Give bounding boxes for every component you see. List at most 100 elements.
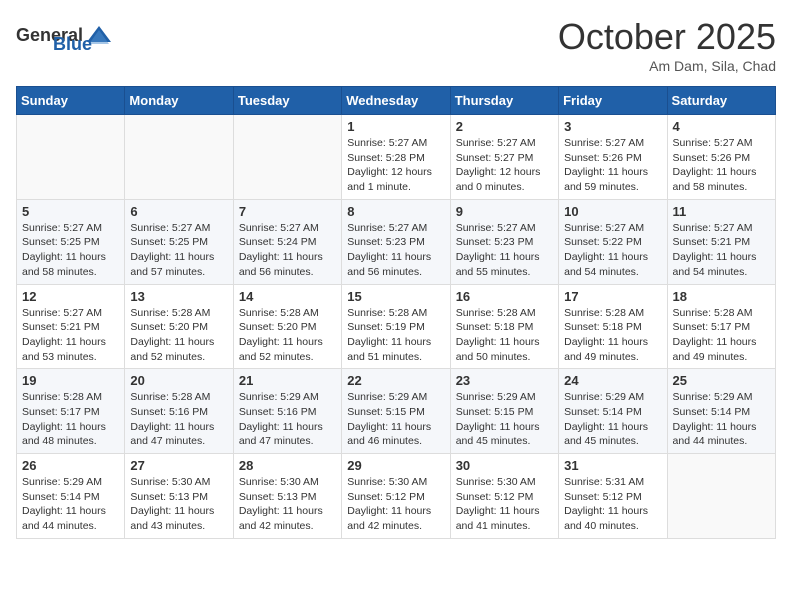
cell-day-number: 4 — [673, 119, 770, 134]
cell-day-number: 27 — [130, 458, 227, 473]
calendar-cell: 15 Sunrise: 5:28 AM Sunset: 5:19 PM Dayli… — [342, 284, 450, 369]
calendar-cell: 14 Sunrise: 5:28 AM Sunset: 5:20 PM Dayli… — [233, 284, 341, 369]
cell-day-number: 1 — [347, 119, 444, 134]
cell-info: Sunrise: 5:27 AM Sunset: 5:25 PM Dayligh… — [22, 221, 119, 280]
cell-info: Sunrise: 5:27 AM Sunset: 5:26 PM Dayligh… — [673, 136, 770, 195]
cell-day-number: 17 — [564, 289, 661, 304]
cell-day-number: 29 — [347, 458, 444, 473]
cell-info: Sunrise: 5:27 AM Sunset: 5:21 PM Dayligh… — [22, 306, 119, 365]
cell-info: Sunrise: 5:27 AM Sunset: 5:24 PM Dayligh… — [239, 221, 336, 280]
cell-day-number: 16 — [456, 289, 553, 304]
calendar-week-row: 5 Sunrise: 5:27 AM Sunset: 5:25 PM Daylig… — [17, 199, 776, 284]
weekday-header: Sunday — [17, 87, 125, 115]
cell-info: Sunrise: 5:28 AM Sunset: 5:18 PM Dayligh… — [456, 306, 553, 365]
cell-day-number: 6 — [130, 204, 227, 219]
calendar-cell — [17, 115, 125, 200]
calendar-cell: 27 Sunrise: 5:30 AM Sunset: 5:13 PM Dayli… — [125, 454, 233, 539]
cell-day-number: 28 — [239, 458, 336, 473]
cell-day-number: 14 — [239, 289, 336, 304]
cell-info: Sunrise: 5:29 AM Sunset: 5:16 PM Dayligh… — [239, 390, 336, 449]
cell-info: Sunrise: 5:27 AM Sunset: 5:26 PM Dayligh… — [564, 136, 661, 195]
weekday-header: Monday — [125, 87, 233, 115]
calendar-cell: 23 Sunrise: 5:29 AM Sunset: 5:15 PM Dayli… — [450, 369, 558, 454]
cell-day-number: 24 — [564, 373, 661, 388]
calendar-cell: 8 Sunrise: 5:27 AM Sunset: 5:23 PM Daylig… — [342, 199, 450, 284]
calendar-cell: 18Sunrise: 5:28 AM Sunset: 5:17 PM Dayli… — [667, 284, 775, 369]
cell-info: Sunrise: 5:30 AM Sunset: 5:12 PM Dayligh… — [347, 475, 444, 534]
calendar-cell: 13 Sunrise: 5:28 AM Sunset: 5:20 PM Dayli… — [125, 284, 233, 369]
calendar-header-row: SundayMondayTuesdayWednesdayThursdayFrid… — [17, 87, 776, 115]
calendar-cell: 11 Sunrise: 5:27 AM Sunset: 5:21 PM Dayli… — [667, 199, 775, 284]
calendar-week-row: 1 Sunrise: 5:27 AM Sunset: 5:28 PM Daylig… — [17, 115, 776, 200]
logo: General Blue — [16, 16, 92, 55]
cell-info: Sunrise: 5:31 AM Sunset: 5:12 PM Dayligh… — [564, 475, 661, 534]
cell-info: Sunrise: 5:28 AM Sunset: 5:20 PM Dayligh… — [130, 306, 227, 365]
calendar-cell: 22 Sunrise: 5:29 AM Sunset: 5:15 PM Dayli… — [342, 369, 450, 454]
cell-day-number: 31 — [564, 458, 661, 473]
calendar-cell: 20 Sunrise: 5:28 AM Sunset: 5:16 PM Dayli… — [125, 369, 233, 454]
calendar-table: SundayMondayTuesdayWednesdayThursdayFrid… — [16, 86, 776, 539]
calendar-cell: 30Sunrise: 5:30 AM Sunset: 5:12 PM Dayli… — [450, 454, 558, 539]
calendar-cell: 3 Sunrise: 5:27 AM Sunset: 5:26 PM Daylig… — [559, 115, 667, 200]
calendar-cell: 7 Sunrise: 5:27 AM Sunset: 5:24 PM Daylig… — [233, 199, 341, 284]
cell-day-number: 15 — [347, 289, 444, 304]
cell-info: Sunrise: 5:29 AM Sunset: 5:14 PM Dayligh… — [673, 390, 770, 449]
cell-info: Sunrise: 5:27 AM Sunset: 5:22 PM Dayligh… — [564, 221, 661, 280]
weekday-header: Thursday — [450, 87, 558, 115]
cell-info: Sunrise: 5:27 AM Sunset: 5:21 PM Dayligh… — [673, 221, 770, 280]
cell-day-number: 22 — [347, 373, 444, 388]
calendar-cell — [233, 115, 341, 200]
cell-info: Sunrise: 5:29 AM Sunset: 5:15 PM Dayligh… — [456, 390, 553, 449]
calendar-cell: 21 Sunrise: 5:29 AM Sunset: 5:16 PM Dayli… — [233, 369, 341, 454]
cell-day-number: 12 — [22, 289, 119, 304]
cell-day-number: 5 — [22, 204, 119, 219]
calendar-cell: 31 Sunrise: 5:31 AM Sunset: 5:12 PM Dayli… — [559, 454, 667, 539]
cell-day-number: 13 — [130, 289, 227, 304]
cell-day-number: 21 — [239, 373, 336, 388]
calendar-week-row: 12 Sunrise: 5:27 AM Sunset: 5:21 PM Dayli… — [17, 284, 776, 369]
cell-info: Sunrise: 5:28 AM Sunset: 5:19 PM Dayligh… — [347, 306, 444, 365]
logo-blue-text: Blue — [53, 34, 92, 55]
weekday-header: Friday — [559, 87, 667, 115]
cell-info: Sunrise: 5:30 AM Sunset: 5:13 PM Dayligh… — [239, 475, 336, 534]
cell-info: Sunrise: 5:28 AM Sunset: 5:20 PM Dayligh… — [239, 306, 336, 365]
calendar-cell: 5 Sunrise: 5:27 AM Sunset: 5:25 PM Daylig… — [17, 199, 125, 284]
calendar-cell: 24 Sunrise: 5:29 AM Sunset: 5:14 PM Dayli… — [559, 369, 667, 454]
cell-info: Sunrise: 5:27 AM Sunset: 5:23 PM Dayligh… — [456, 221, 553, 280]
cell-day-number: 3 — [564, 119, 661, 134]
cell-day-number: 20 — [130, 373, 227, 388]
cell-info: Sunrise: 5:30 AM Sunset: 5:13 PM Dayligh… — [130, 475, 227, 534]
cell-info: Sunrise: 5:27 AM Sunset: 5:27 PM Dayligh… — [456, 136, 553, 195]
cell-info: Sunrise: 5:28 AM Sunset: 5:17 PM Dayligh… — [673, 306, 770, 365]
cell-day-number: 7 — [239, 204, 336, 219]
calendar-cell: 19Sunrise: 5:28 AM Sunset: 5:17 PM Dayli… — [17, 369, 125, 454]
cell-day-number: 11 — [673, 204, 770, 219]
calendar-week-row: 19Sunrise: 5:28 AM Sunset: 5:17 PM Dayli… — [17, 369, 776, 454]
cell-info: Sunrise: 5:29 AM Sunset: 5:15 PM Dayligh… — [347, 390, 444, 449]
cell-info: Sunrise: 5:28 AM Sunset: 5:18 PM Dayligh… — [564, 306, 661, 365]
location: Am Dam, Sila, Chad — [558, 58, 776, 74]
calendar-cell: 4 Sunrise: 5:27 AM Sunset: 5:26 PM Daylig… — [667, 115, 775, 200]
cell-info: Sunrise: 5:29 AM Sunset: 5:14 PM Dayligh… — [564, 390, 661, 449]
calendar-cell: 9 Sunrise: 5:27 AM Sunset: 5:23 PM Daylig… — [450, 199, 558, 284]
calendar-cell: 25Sunrise: 5:29 AM Sunset: 5:14 PM Dayli… — [667, 369, 775, 454]
cell-info: Sunrise: 5:27 AM Sunset: 5:23 PM Dayligh… — [347, 221, 444, 280]
calendar-cell: 17 Sunrise: 5:28 AM Sunset: 5:18 PM Dayli… — [559, 284, 667, 369]
cell-info: Sunrise: 5:28 AM Sunset: 5:16 PM Dayligh… — [130, 390, 227, 449]
cell-day-number: 23 — [456, 373, 553, 388]
calendar-cell: 1 Sunrise: 5:27 AM Sunset: 5:28 PM Daylig… — [342, 115, 450, 200]
cell-day-number: 30 — [456, 458, 553, 473]
cell-info: Sunrise: 5:27 AM Sunset: 5:28 PM Dayligh… — [347, 136, 444, 195]
calendar-cell — [125, 115, 233, 200]
cell-day-number: 9 — [456, 204, 553, 219]
calendar-cell: 2Sunrise: 5:27 AM Sunset: 5:27 PM Daylig… — [450, 115, 558, 200]
title-block: October 2025 Am Dam, Sila, Chad — [558, 16, 776, 74]
page-header: General Blue October 2025 Am Dam, Sila, … — [16, 16, 776, 74]
calendar-cell: 29 Sunrise: 5:30 AM Sunset: 5:12 PM Dayli… — [342, 454, 450, 539]
cell-day-number: 8 — [347, 204, 444, 219]
cell-info: Sunrise: 5:27 AM Sunset: 5:25 PM Dayligh… — [130, 221, 227, 280]
calendar-cell: 12 Sunrise: 5:27 AM Sunset: 5:21 PM Dayli… — [17, 284, 125, 369]
calendar-cell: 6 Sunrise: 5:27 AM Sunset: 5:25 PM Daylig… — [125, 199, 233, 284]
month-title: October 2025 — [558, 16, 776, 58]
calendar-week-row: 26Sunrise: 5:29 AM Sunset: 5:14 PM Dayli… — [17, 454, 776, 539]
